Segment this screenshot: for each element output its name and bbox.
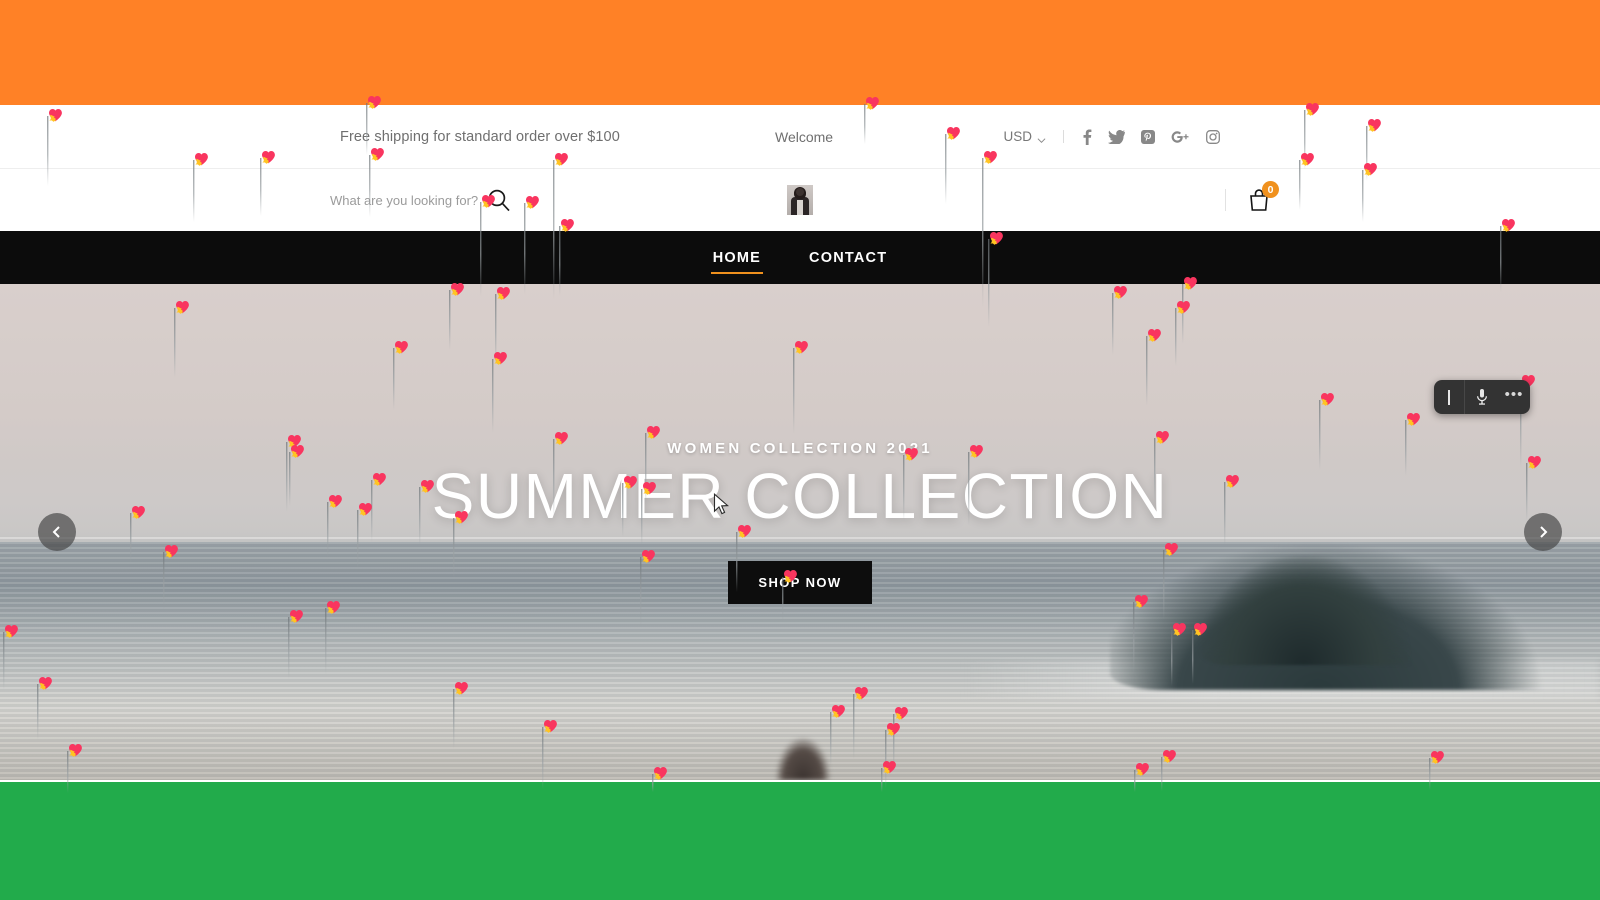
shop-now-button[interactable]: SHOP NOW (728, 560, 872, 604)
facebook-icon[interactable] (1082, 128, 1092, 145)
text-cursor-icon[interactable] (1434, 380, 1464, 414)
ellipsis-icon[interactable]: ••• (1498, 380, 1530, 414)
search-logo-cart-bar: 0 (0, 169, 1600, 231)
page-footer-band (0, 782, 1600, 900)
currency-value: USD (1003, 129, 1032, 144)
shipping-notice: Free shipping for standard order over $1… (340, 128, 620, 145)
search-form (330, 187, 510, 213)
nav-item-contact[interactable]: CONTACT (807, 234, 889, 282)
google-plus-icon[interactable] (1171, 130, 1190, 144)
recorder-toolbar: ••• (1434, 380, 1530, 414)
website-viewport: Free shipping for standard order over $1… (0, 105, 1600, 780)
welcome-text: Welcome (775, 128, 834, 145)
instagram-icon[interactable] (1206, 129, 1220, 144)
chevron-right-icon[interactable] (1524, 513, 1562, 551)
browser-chrome-bar (0, 0, 1600, 105)
utility-topbar: Free shipping for standard order over $1… (0, 105, 1600, 169)
screenshot-root: Free shipping for standard order over $1… (0, 0, 1600, 900)
twitter-icon[interactable] (1108, 129, 1125, 144)
cart-group: 0 (1225, 181, 1279, 212)
hero-kicker: WOMEN COLLECTION 2021 (667, 440, 933, 458)
chevron-down-icon (1037, 133, 1046, 143)
hero-content: WOMEN COLLECTION 2021 SUMMER COLLECTION … (0, 284, 1600, 780)
chevron-left-icon[interactable] (38, 513, 76, 551)
social-links (1082, 128, 1220, 145)
topbar-right-group: USD (1003, 128, 1220, 145)
nav-item-home[interactable]: HOME (710, 234, 764, 282)
hero-carousel: WOMEN COLLECTION 2021 SUMMER COLLECTION … (0, 284, 1600, 780)
divider (1063, 130, 1064, 143)
search-icon[interactable] (486, 187, 512, 213)
shopping-bag-icon[interactable]: 0 (1248, 181, 1279, 212)
pinterest-icon[interactable] (1141, 129, 1155, 144)
cart-count-badge: 0 (1262, 181, 1279, 198)
search-input[interactable] (330, 192, 480, 208)
main-navigation: HOME CONTACT (0, 231, 1600, 284)
hero-title: SUMMER COLLECTION (431, 460, 1169, 533)
currency-selector[interactable]: USD (1003, 129, 1046, 144)
microphone-icon[interactable] (1464, 380, 1498, 414)
divider (1225, 189, 1226, 211)
avatar-logo-image[interactable] (787, 185, 813, 215)
